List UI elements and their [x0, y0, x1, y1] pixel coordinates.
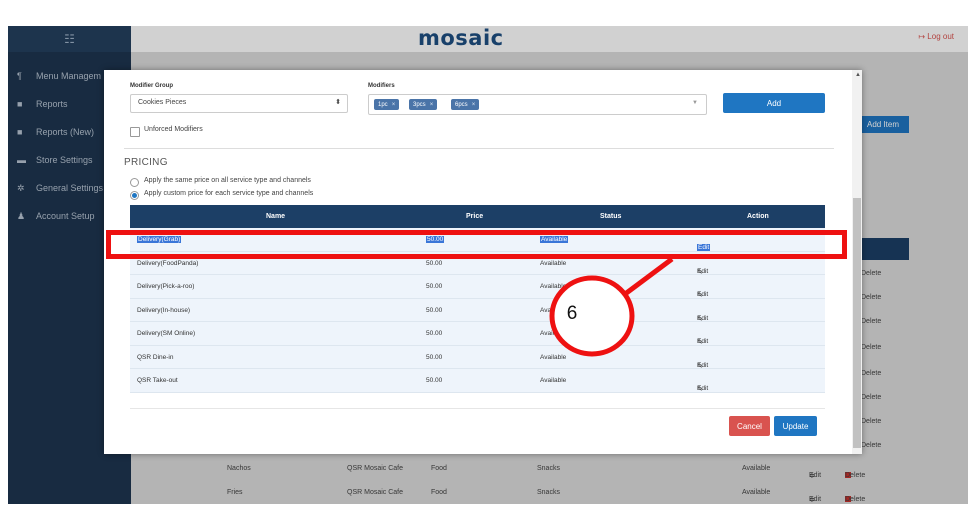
callout-number: 6: [566, 303, 578, 324]
callout-annotation: [549, 256, 674, 357]
